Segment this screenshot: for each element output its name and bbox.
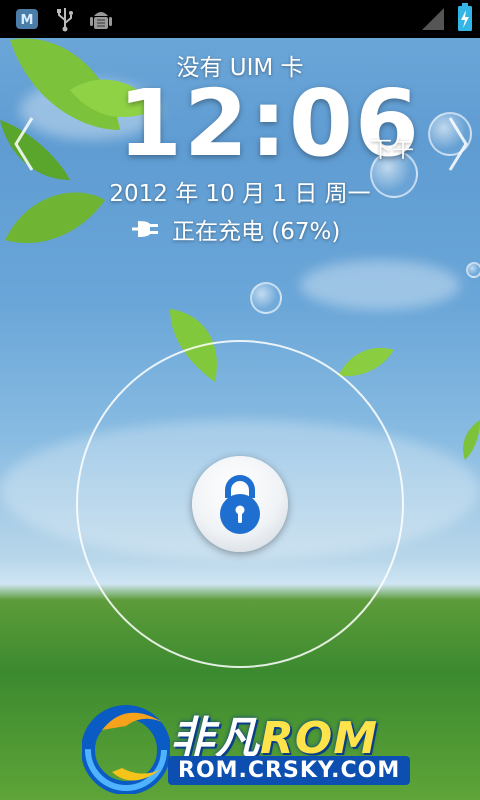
watermark-logo: 非凡ROM ROM.CRSKY.COM (82, 700, 411, 794)
signal-icon (420, 6, 446, 32)
leaf-decoration (338, 347, 394, 377)
charging-plug-icon (132, 221, 158, 237)
lock-icon (220, 475, 260, 534)
charging-status: 正在充电 (67%) (128, 212, 340, 246)
lockscreen: M 没有 UIM 卡 12:06 下午 2012 年 10 月 1 日 周一 正… (0, 0, 480, 800)
crsky-swirl-logo (82, 705, 170, 794)
charging-text: 正在充电 (67%) (172, 219, 341, 245)
bubble-decoration (250, 282, 282, 314)
android-debug-icon (88, 6, 114, 32)
svg-text:M: M (21, 13, 34, 28)
clock-ampm: 下午 (370, 138, 415, 163)
bubble-decoration (466, 262, 480, 278)
leaf-decoration (463, 420, 480, 460)
battery-charging-icon (452, 3, 478, 31)
m-app-icon: M (14, 6, 40, 32)
unlock-handle[interactable] (192, 456, 288, 552)
watermark-url: ROM.CRSKY.COM (168, 756, 411, 785)
chevron-left-icon[interactable] (10, 114, 36, 174)
chevron-right-icon[interactable] (446, 114, 472, 174)
background-cloud (300, 260, 460, 310)
date-label: 2012 年 10 月 1 日 周一 (109, 181, 371, 207)
status-bar: M (0, 0, 480, 38)
usb-icon (52, 6, 78, 32)
